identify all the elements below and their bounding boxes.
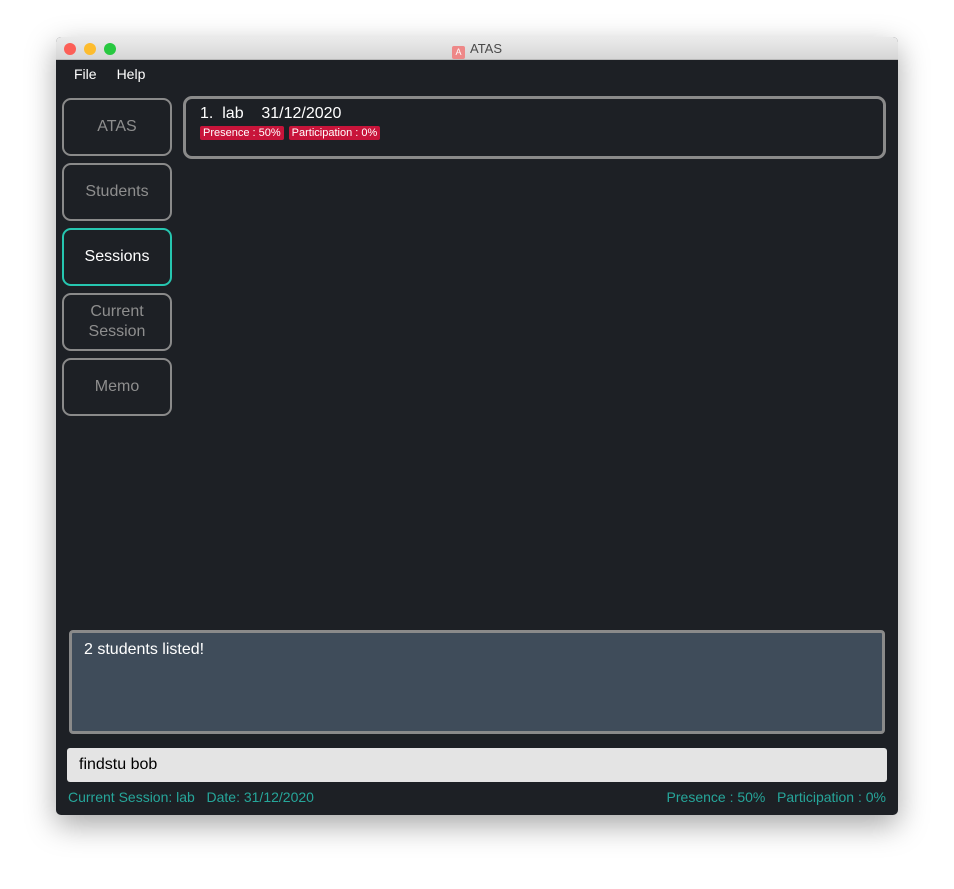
window-title: ATAS <box>469 41 503 56</box>
nav-memo[interactable]: Memo <box>62 358 172 416</box>
nav-atas[interactable]: ATAS <box>62 98 172 156</box>
menu-bar: File Help <box>56 60 898 88</box>
presence-tag: Presence : 50% <box>200 126 284 140</box>
nav-sessions[interactable]: Sessions <box>62 228 172 286</box>
app-window: A ATAS File Help ATAS Students Sessions C… <box>56 37 898 815</box>
session-name: lab <box>222 105 244 122</box>
session-card[interactable]: 1. lab 31/12/2020 Presence : 50% Particip… <box>183 96 886 159</box>
menu-help[interactable]: Help <box>117 66 146 82</box>
nav-current-session[interactable]: Current Session <box>62 293 172 351</box>
minimize-button[interactable] <box>84 43 96 55</box>
status-stats: Presence : 50% Participation : 0% <box>666 789 886 805</box>
session-date: 31/12/2020 <box>261 105 342 122</box>
app-icon: A <box>451 46 465 59</box>
close-button[interactable] <box>64 43 76 55</box>
command-input[interactable] <box>67 748 887 782</box>
maximize-button[interactable] <box>104 43 116 55</box>
status-session: Current Session: lab Date: 31/12/2020 <box>68 789 314 805</box>
session-index: 1. <box>200 105 214 122</box>
nav-students[interactable]: Students <box>62 163 172 221</box>
result-display: 2 students listed! <box>69 630 885 734</box>
title-bar: A ATAS <box>56 37 898 60</box>
menu-file[interactable]: File <box>74 66 97 82</box>
participation-tag: Participation : 0% <box>288 126 381 140</box>
